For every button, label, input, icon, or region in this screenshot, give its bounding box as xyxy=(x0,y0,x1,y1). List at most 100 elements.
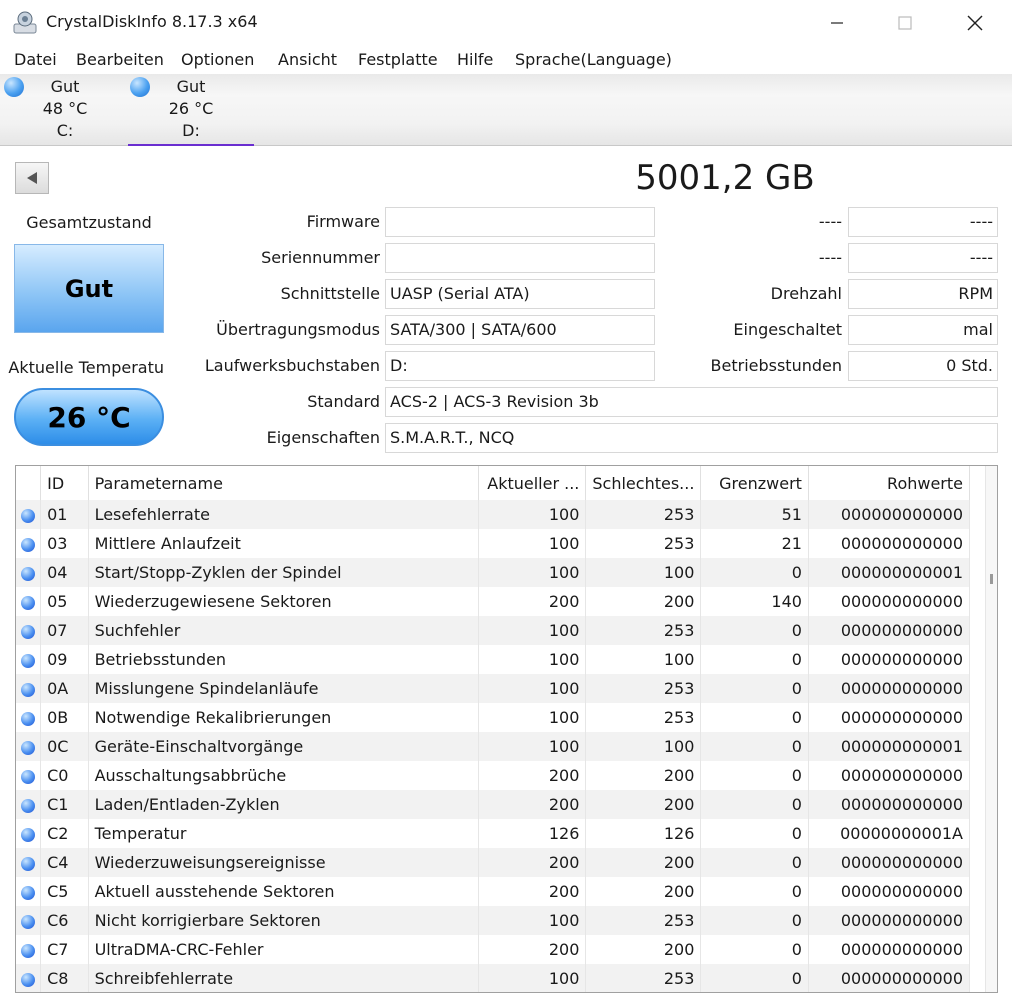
menu-bearbeiten[interactable]: Bearbeiten xyxy=(76,50,164,69)
transfer-mode-value: SATA/300 | SATA/600 xyxy=(385,315,655,345)
status-dot-icon xyxy=(21,798,36,813)
previous-disk-button[interactable] xyxy=(15,162,49,194)
table-row[interactable]: 0C Geräte-Einschaltvorgänge 100 100 0 0000000… xyxy=(16,732,971,761)
table-row[interactable]: C1 Laden/Entladen-Zyklen 200 200 0 0000000000… xyxy=(16,790,971,819)
table-row[interactable]: 0A Misslungene Spindelanläufe 100 253 0 00000… xyxy=(16,674,971,703)
header-status[interactable] xyxy=(16,466,42,500)
header-id[interactable]: ID xyxy=(40,466,89,500)
status-dot-icon xyxy=(21,827,36,842)
status-dot-icon xyxy=(21,856,36,871)
cell-id: C1 xyxy=(40,790,89,819)
cell-name: Start/Stopp-Zyklen der Spindel xyxy=(88,558,479,587)
table-row[interactable]: 04 Start/Stopp-Zyklen der Spindel 100 100 0 0… xyxy=(16,558,971,587)
status-cell xyxy=(16,877,42,906)
drive-tab-c[interactable]: Gut 48 °C C: xyxy=(0,74,128,146)
header-threshold[interactable]: Grenzwert xyxy=(700,466,809,500)
drive-bar: Gut 48 °C C: Gut 26 °C D: xyxy=(0,74,1012,146)
header-worst[interactable]: Schlechtes... xyxy=(585,466,702,500)
cell-raw: 000000000000 xyxy=(808,616,971,645)
cell-current: 100 xyxy=(478,732,587,761)
cell-name: Wiederzugewiesene Sektoren xyxy=(88,587,479,616)
table-row[interactable]: C7 UltraDMA-CRC-Fehler 200 200 0 000000000000 xyxy=(16,935,971,964)
scroll-grip-icon xyxy=(990,574,993,584)
table-row[interactable]: 0B Notwendige Rekalibrierungen 100 253 0 0000… xyxy=(16,703,971,732)
cell-current: 200 xyxy=(478,877,587,906)
cell-id: C2 xyxy=(40,819,89,848)
status-dot-icon xyxy=(21,914,36,929)
health-status-button[interactable]: Gut xyxy=(14,244,164,333)
cell-raw: 000000000001 xyxy=(808,732,971,761)
app-icon xyxy=(13,11,37,34)
vertical-scrollbar[interactable] xyxy=(985,466,997,992)
cell-threshold: 0 xyxy=(700,703,809,732)
cell-current: 100 xyxy=(478,529,587,558)
cell-name: Wiederzuweisungsereignisse xyxy=(88,848,479,877)
status-cell xyxy=(16,674,42,703)
cell-name: Temperatur xyxy=(88,819,479,848)
menu-optionen[interactable]: Optionen xyxy=(181,50,254,69)
temperature-button[interactable]: 26 °C xyxy=(14,388,164,446)
cell-threshold: 0 xyxy=(700,674,809,703)
cell-raw: 000000000000 xyxy=(808,703,971,732)
menu-hilfe[interactable]: Hilfe xyxy=(457,50,493,69)
cell-raw: 000000000001 xyxy=(808,558,971,587)
cell-name: Lesefehlerrate xyxy=(88,500,479,529)
table-row[interactable]: 03 Mittlere Anlaufzeit 100 253 21 00000000000… xyxy=(16,529,971,558)
minimize-button[interactable] xyxy=(814,0,860,46)
cell-worst: 253 xyxy=(585,906,702,935)
menu-datei[interactable]: Datei xyxy=(14,50,57,69)
cell-id: C7 xyxy=(40,935,89,964)
cell-name: Aktuell ausstehende Sektoren xyxy=(88,877,479,906)
cell-id: C6 xyxy=(40,906,89,935)
drive-letters-label: Laufwerksbuchstaben xyxy=(204,356,380,375)
cell-worst: 200 xyxy=(585,877,702,906)
temperature-label: Aktuelle Temperatu xyxy=(8,358,164,377)
menu-sprache[interactable]: Sprache(Language) xyxy=(515,50,672,69)
cell-name: Notwendige Rekalibrierungen xyxy=(88,703,479,732)
unknown-value-1: ---- xyxy=(848,207,998,237)
cell-id: 04 xyxy=(40,558,89,587)
power-on-count-label: Eingeschaltet xyxy=(733,320,842,339)
table-row[interactable]: C6 Nicht korrigierbare Sektoren 100 253 0 000… xyxy=(16,906,971,935)
table-row[interactable]: 01 Lesefehlerrate 100 253 51 000000000000 xyxy=(16,500,971,529)
table-row[interactable]: C0 Ausschaltungsabbrüche 200 200 0 0000000000… xyxy=(16,761,971,790)
close-button[interactable] xyxy=(952,0,998,46)
menu-festplatte[interactable]: Festplatte xyxy=(358,50,438,69)
header-name[interactable]: Parametername xyxy=(88,466,479,500)
cell-threshold: 0 xyxy=(700,790,809,819)
close-icon xyxy=(967,15,983,31)
table-row[interactable]: 07 Suchfehler 100 253 0 000000000000 xyxy=(16,616,971,645)
smart-table-container[interactable]: ID Parametername Aktueller ... Schlechte… xyxy=(15,465,998,993)
serial-value xyxy=(385,243,655,273)
menu-ansicht[interactable]: Ansicht xyxy=(278,50,337,69)
header-raw[interactable]: Rohwerte xyxy=(808,466,971,500)
table-row[interactable]: C4 Wiederzuweisungsereignisse 200 200 0 00000… xyxy=(16,848,971,877)
table-row[interactable]: C8 Schreibfehlerrate 100 253 0 000000000000 xyxy=(16,964,971,992)
cell-id: 09 xyxy=(40,645,89,674)
cell-worst: 253 xyxy=(585,529,702,558)
disk-size: 5001,2 GB xyxy=(635,158,815,198)
cell-raw: 000000000000 xyxy=(808,906,971,935)
cell-current: 100 xyxy=(478,616,587,645)
table-row[interactable]: C5 Aktuell ausstehende Sektoren 200 200 0 000… xyxy=(16,877,971,906)
features-value: S.M.A.R.T., NCQ xyxy=(385,423,998,453)
table-row[interactable]: C2 Temperatur 126 126 0 00000000001A xyxy=(16,819,971,848)
cell-current: 200 xyxy=(478,935,587,964)
drive-tab-d[interactable]: Gut 26 °C D: xyxy=(128,74,254,146)
interface-value: UASP (Serial ATA) xyxy=(385,279,655,309)
interface-label: Schnittstelle xyxy=(280,284,380,303)
cell-name: Geräte-Einschaltvorgänge xyxy=(88,732,479,761)
drive-temp: 26 °C xyxy=(168,99,214,118)
cell-threshold: 0 xyxy=(700,906,809,935)
cell-current: 200 xyxy=(478,790,587,819)
cell-raw: 000000000000 xyxy=(808,529,971,558)
minimize-icon xyxy=(831,22,843,24)
title-bar: CrystalDiskInfo 8.17.3 x64 xyxy=(0,0,1012,46)
maximize-button[interactable] xyxy=(882,0,928,46)
status-dot-icon xyxy=(21,595,36,610)
table-row[interactable]: 09 Betriebsstunden 100 100 0 000000000000 xyxy=(16,645,971,674)
cell-id: 0B xyxy=(40,703,89,732)
cell-threshold: 0 xyxy=(700,761,809,790)
header-current[interactable]: Aktueller ... xyxy=(478,466,587,500)
table-row[interactable]: 05 Wiederzugewiesene Sektoren 200 200 140 000… xyxy=(16,587,971,616)
